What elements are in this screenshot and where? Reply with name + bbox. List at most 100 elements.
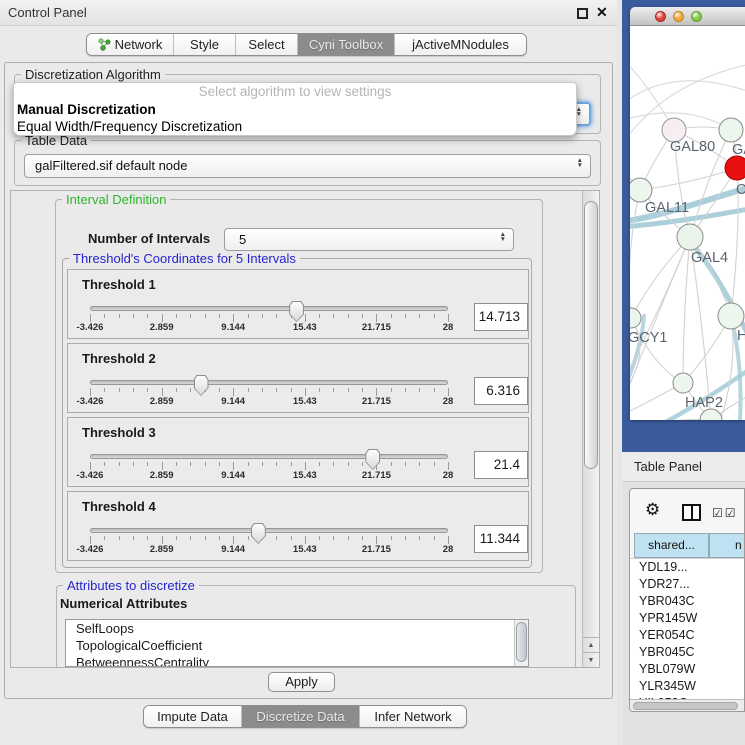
slider-track[interactable]: [90, 528, 448, 533]
tick-label: 15.43: [275, 322, 335, 333]
minimize-traffic-light-icon[interactable]: [673, 11, 684, 22]
screen: Control Panel ✕ Network Style Select Cyn…: [0, 0, 745, 745]
threshold-3-value-field[interactable]: 21.4: [474, 451, 528, 479]
tick-label: -3.426: [60, 470, 120, 481]
cell-shared-name[interactable]: YPR145W: [639, 610, 714, 627]
combo-arrows-icon: ▲▼: [500, 232, 506, 242]
numerical-attributes-list[interactable]: SelfLoopsTopologicalCoefficientBetweenne…: [65, 619, 529, 667]
tab-impute-data[interactable]: Impute Data: [144, 706, 241, 727]
tick-mark: [219, 314, 220, 318]
tab-select[interactable]: Select: [235, 34, 297, 55]
columns-icon[interactable]: [682, 504, 701, 521]
threshold-4-value-field[interactable]: 11.344: [474, 525, 528, 553]
network-node[interactable]: [677, 224, 703, 250]
tab-network[interactable]: Network: [87, 34, 173, 55]
table-data-combobox[interactable]: galFiltered.sif default node ▲▼: [24, 154, 591, 178]
tick-mark: [362, 388, 363, 392]
table-panel-header: Table Panel: [622, 452, 745, 482]
table-scrollbar-thumb[interactable]: [633, 702, 738, 710]
cell-shared-name[interactable]: YDR27...: [639, 576, 714, 593]
cell-shared-name[interactable]: YDL19...: [639, 559, 714, 576]
network-node[interactable]: [630, 178, 652, 202]
tick-mark: [104, 388, 105, 392]
tick-label: 15.43: [275, 544, 335, 555]
tick-mark: [434, 314, 435, 318]
tick-mark: [104, 462, 105, 466]
network-node[interactable]: [630, 308, 641, 328]
attribute-list-item[interactable]: SelfLoops: [66, 620, 528, 637]
tick-mark: [147, 462, 148, 466]
cell-shared-name[interactable]: YBL079W: [639, 661, 714, 678]
close-icon[interactable]: ✕: [596, 4, 608, 21]
table-row[interactable]: YBR045CYBR0: [630, 644, 745, 661]
network-node[interactable]: [718, 303, 744, 329]
checkbox-icons[interactable]: ☑☑: [712, 506, 738, 520]
slider-track[interactable]: [90, 380, 448, 385]
float-window-icon[interactable]: [577, 8, 588, 19]
threshold-1-value-field[interactable]: 14.713: [474, 303, 528, 331]
cell-shared-name[interactable]: YBR043C: [639, 593, 714, 610]
column-header-shared-name[interactable]: shared...: [634, 533, 709, 558]
top-tab-bar: Network Style Select Cyni Toolbox jActiv…: [86, 33, 527, 56]
threshold-2-value-field[interactable]: 6.316: [474, 377, 528, 405]
tick-mark: [162, 462, 163, 470]
tab-jactivemnodules[interactable]: jActiveMNodules: [394, 34, 526, 55]
tick-mark: [362, 314, 363, 318]
tab-network-label: Network: [115, 34, 163, 55]
network-node[interactable]: [725, 156, 745, 180]
tab-infer-network[interactable]: Infer Network: [359, 706, 466, 727]
control-panel-title: Control Panel: [8, 5, 87, 20]
network-window-titlebar[interactable]: [630, 7, 745, 26]
dropdown-hint-item[interactable]: Select algorithm to view settings: [14, 83, 576, 101]
settings-scrollpane: Interval Definition Number of Intervals …: [10, 190, 600, 668]
table-horizontal-scrollbar[interactable]: [630, 699, 745, 712]
network-canvas[interactable]: GAL80GACGAL11GAL4GCY1HHAP2: [630, 26, 745, 420]
cell-shared-name[interactable]: YER054C: [639, 627, 714, 644]
tick-mark: [319, 462, 320, 466]
tick-mark: [190, 536, 191, 540]
tab-cyni-toolbox[interactable]: Cyni Toolbox: [297, 34, 394, 55]
tick-mark: [90, 462, 91, 470]
network-node-label: GAL4: [691, 250, 728, 266]
table-row[interactable]: YER054CYER0: [630, 627, 745, 644]
cell-shared-name[interactable]: YLR345W: [639, 678, 714, 695]
table-row[interactable]: YPR145WYPR1: [630, 610, 745, 627]
table-row[interactable]: YBL079WYBL0: [630, 661, 745, 678]
apply-button[interactable]: Apply: [268, 672, 335, 692]
close-traffic-light-icon[interactable]: [655, 11, 666, 22]
network-node[interactable]: [673, 373, 693, 393]
column-header-name[interactable]: n: [709, 533, 745, 558]
table-row[interactable]: YLR345WYLR3: [630, 678, 745, 695]
slider-track[interactable]: [90, 306, 448, 311]
number-of-intervals-combobox[interactable]: 5 ▲▼: [224, 228, 514, 251]
table-row[interactable]: YBR043CYBR0: [630, 593, 745, 610]
settings-vertical-scrollbar[interactable]: ▲ ▼: [582, 191, 599, 667]
tick-mark: [434, 462, 435, 466]
attributes-scrollbar-thumb[interactable]: [516, 622, 527, 662]
attribute-list-item[interactable]: TopologicalCoefficient: [66, 637, 528, 654]
settings-scrollbar-thumb[interactable]: [584, 201, 598, 469]
tick-mark: [419, 536, 420, 540]
dropdown-item-manual-discretization[interactable]: Manual Discretization: [14, 101, 576, 118]
tick-mark: [119, 314, 120, 318]
dropdown-item-equal-width[interactable]: Equal Width/Frequency Discretization: [14, 118, 576, 135]
table-row[interactable]: YDR27...YDR2: [630, 576, 745, 593]
table-row[interactable]: YDL19...YDL1: [630, 559, 745, 576]
scroll-up-arrow-icon[interactable]: ▲: [583, 637, 599, 652]
tab-style[interactable]: Style: [173, 34, 235, 55]
scroll-down-arrow-icon[interactable]: ▼: [583, 652, 599, 667]
attribute-list-item[interactable]: BetweennessCentrality: [66, 654, 528, 667]
tick-label: 15.43: [275, 470, 335, 481]
slider-tick-labels: -3.4262.8599.14415.4321.71528: [90, 396, 448, 408]
tick-mark: [348, 536, 349, 540]
cell-shared-name[interactable]: YBR045C: [639, 644, 714, 661]
tab-discretize-data[interactable]: Discretize Data: [241, 706, 359, 727]
gear-icon[interactable]: ⚙: [645, 500, 660, 520]
tick-mark: [405, 388, 406, 392]
tick-label: 21.715: [346, 544, 406, 555]
attributes-scrollbar[interactable]: [514, 620, 528, 666]
slider-track[interactable]: [90, 454, 448, 459]
network-node[interactable]: [719, 118, 743, 142]
zoom-traffic-light-icon[interactable]: [691, 11, 702, 22]
tick-label: 9.144: [203, 544, 263, 555]
